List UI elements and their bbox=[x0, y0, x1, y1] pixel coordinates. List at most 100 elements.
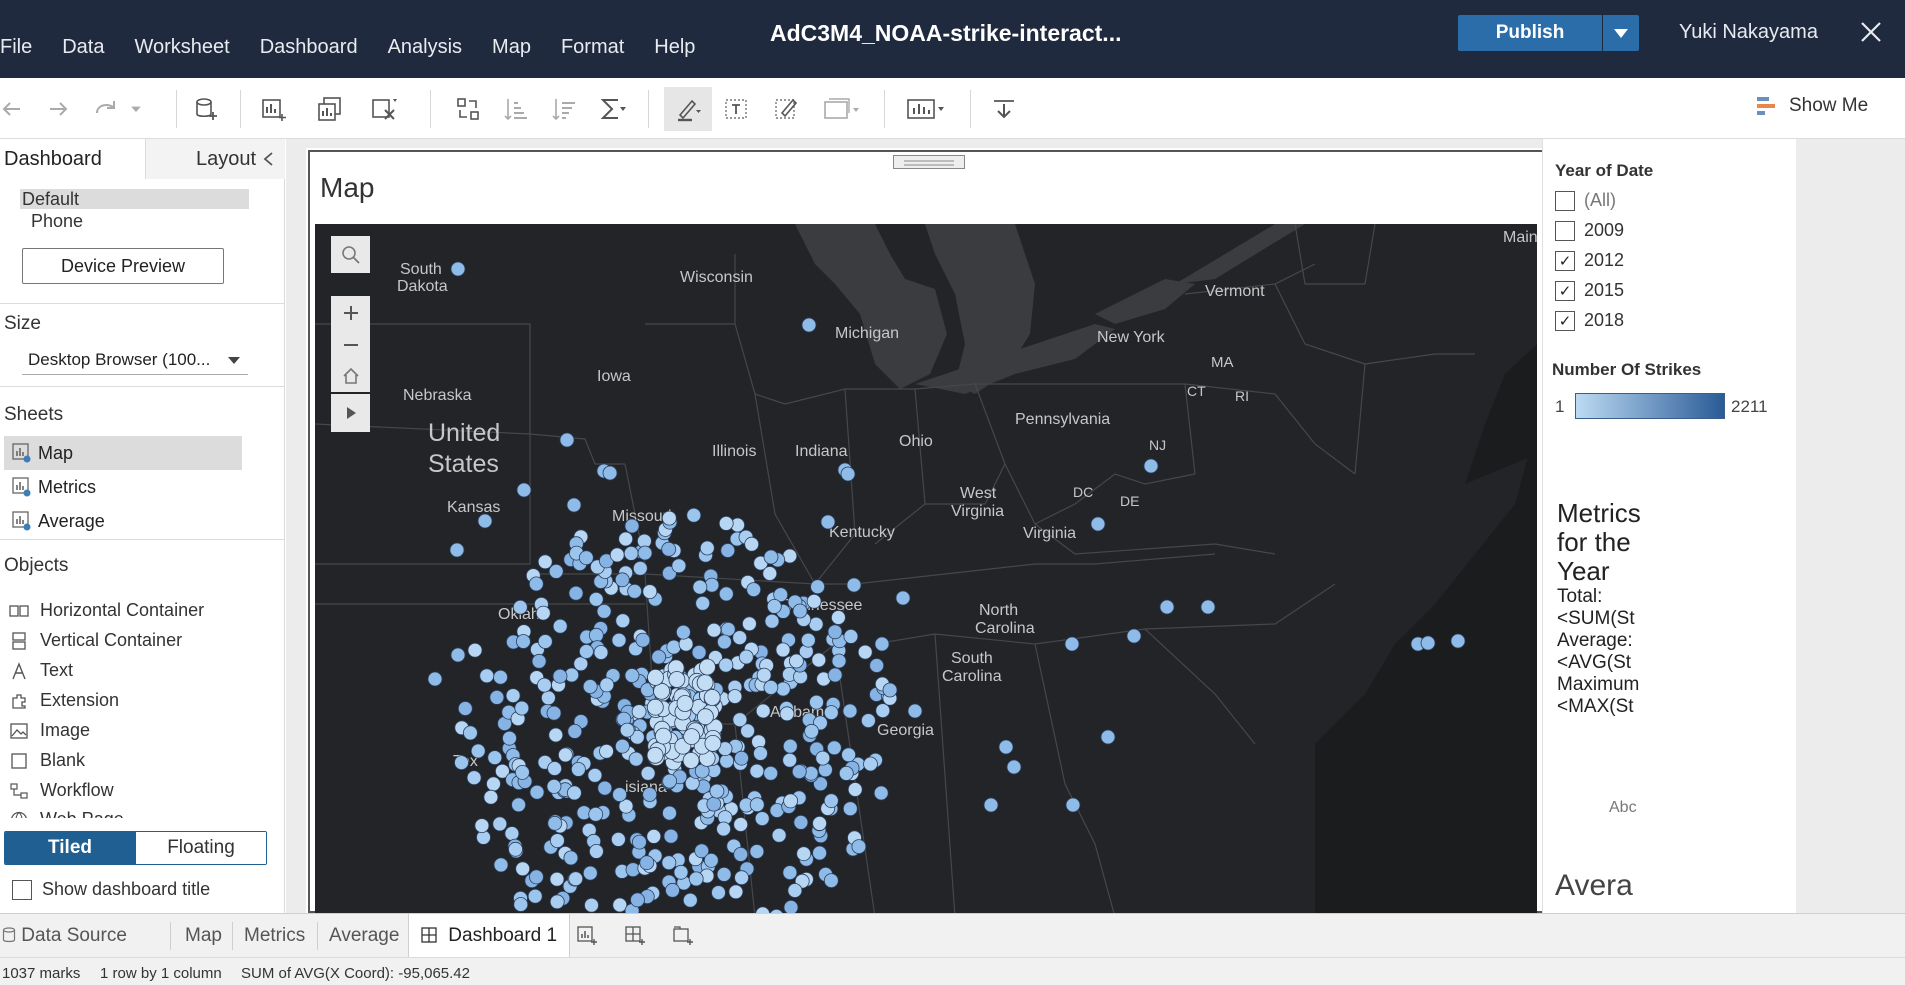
strike-point[interactable] bbox=[749, 763, 765, 779]
strike-point[interactable] bbox=[654, 727, 672, 745]
strike-point[interactable] bbox=[632, 560, 648, 576]
show-dashboard-title-toggle[interactable]: Show dashboard title bbox=[12, 879, 210, 900]
strike-point[interactable] bbox=[467, 642, 483, 658]
strike-point[interactable] bbox=[537, 554, 553, 570]
strike-point[interactable] bbox=[755, 703, 771, 719]
strike-point[interactable] bbox=[874, 636, 890, 652]
strike-point[interactable] bbox=[567, 723, 583, 739]
strike-point[interactable] bbox=[695, 595, 711, 611]
strike-point[interactable] bbox=[599, 743, 614, 759]
checkmark-icon[interactable]: ✓ bbox=[1555, 250, 1575, 271]
strike-point[interactable] bbox=[738, 649, 754, 665]
strike-point[interactable] bbox=[716, 867, 732, 882]
strike-point[interactable] bbox=[840, 466, 856, 482]
strike-point[interactable] bbox=[631, 834, 647, 850]
filter-item-2018[interactable]: ✓ 2018 bbox=[1555, 310, 1624, 331]
strike-point[interactable] bbox=[815, 750, 831, 766]
strike-point[interactable] bbox=[744, 536, 760, 552]
strike-point[interactable] bbox=[599, 677, 615, 693]
strike-point[interactable] bbox=[540, 690, 556, 706]
strike-point[interactable] bbox=[716, 634, 732, 650]
strike-point[interactable] bbox=[646, 698, 664, 716]
strike-point[interactable] bbox=[646, 829, 662, 844]
strike-point[interactable] bbox=[597, 780, 613, 796]
strike-point[interactable] bbox=[720, 621, 736, 637]
strike-point[interactable] bbox=[753, 746, 768, 761]
strike-point[interactable] bbox=[704, 735, 722, 752]
strike-point[interactable] bbox=[734, 750, 749, 766]
menu-dashboard[interactable]: Dashboard bbox=[260, 36, 358, 59]
strike-point[interactable] bbox=[493, 669, 508, 685]
strike-point[interactable] bbox=[820, 514, 836, 530]
strike-point[interactable] bbox=[812, 845, 828, 861]
object-extension[interactable]: Extension bbox=[8, 690, 119, 711]
strike-point[interactable] bbox=[847, 782, 863, 797]
new-data-source-icon[interactable] bbox=[190, 93, 222, 125]
strike-point[interactable] bbox=[514, 700, 530, 716]
strike-point[interactable] bbox=[502, 730, 517, 746]
strike-point[interactable] bbox=[766, 598, 782, 614]
strike-point[interactable] bbox=[791, 764, 807, 779]
strike-point[interactable] bbox=[806, 593, 822, 609]
strike-point[interactable] bbox=[449, 542, 465, 558]
strike-point[interactable] bbox=[512, 599, 528, 615]
strike-point[interactable] bbox=[863, 756, 878, 772]
strike-point[interactable] bbox=[841, 747, 856, 763]
collapse-pane-icon[interactable] bbox=[262, 151, 274, 172]
strike-point[interactable] bbox=[796, 846, 812, 862]
strike-point[interactable] bbox=[711, 885, 726, 900]
new-story-tab-icon[interactable] bbox=[672, 914, 696, 958]
object-image[interactable]: Image bbox=[8, 720, 90, 741]
object-blank[interactable]: Blank bbox=[8, 750, 85, 771]
strike-point[interactable] bbox=[998, 739, 1014, 755]
strike-point[interactable] bbox=[549, 894, 565, 910]
strike-point[interactable] bbox=[552, 668, 568, 684]
strike-point[interactable] bbox=[537, 634, 553, 649]
replay-icon[interactable] bbox=[90, 93, 122, 125]
filter-item-2015[interactable]: ✓ 2015 bbox=[1555, 280, 1624, 301]
sheet-item-map[interactable]: Map bbox=[4, 436, 242, 470]
strike-point[interactable] bbox=[763, 765, 779, 781]
map-view[interactable]: South Dakota Wisconsin Michigan Maine Ve… bbox=[315, 224, 1537, 917]
strike-point[interactable] bbox=[775, 681, 791, 697]
menu-analysis[interactable]: Analysis bbox=[388, 36, 462, 59]
publish-button[interactable]: Publish bbox=[1458, 15, 1639, 51]
strike-point[interactable] bbox=[470, 743, 486, 759]
filter-item-2012[interactable]: ✓ 2012 bbox=[1555, 250, 1624, 271]
strike-point[interactable] bbox=[531, 653, 547, 669]
strike-point[interactable] bbox=[801, 317, 817, 333]
strike-point[interactable] bbox=[493, 857, 509, 873]
home-icon[interactable] bbox=[331, 360, 370, 392]
strike-point[interactable] bbox=[508, 841, 523, 857]
object-vertical-container[interactable]: Vertical Container bbox=[8, 630, 182, 651]
object-workflow[interactable]: Workflow bbox=[8, 780, 114, 801]
strike-point[interactable] bbox=[782, 865, 798, 880]
strike-point[interactable] bbox=[843, 628, 859, 644]
strike-point[interactable] bbox=[624, 518, 640, 534]
strike-point[interactable] bbox=[826, 740, 842, 756]
strike-point[interactable] bbox=[983, 797, 999, 813]
object-web-page[interactable]: Web Page bbox=[8, 809, 124, 818]
strike-point[interactable] bbox=[1450, 633, 1466, 649]
zoom-out-icon[interactable] bbox=[331, 330, 370, 360]
filter-checkbox[interactable] bbox=[1555, 220, 1575, 241]
strike-point[interactable] bbox=[635, 632, 651, 648]
strike-point[interactable] bbox=[568, 871, 584, 887]
strike-point[interactable] bbox=[782, 738, 798, 754]
strike-point[interactable] bbox=[477, 513, 493, 529]
strike-point[interactable] bbox=[688, 871, 704, 887]
sheet-item-average[interactable]: Average bbox=[4, 504, 242, 538]
strike-point[interactable] bbox=[662, 773, 678, 789]
tab-metrics[interactable]: Metrics bbox=[244, 914, 305, 958]
strike-point[interactable] bbox=[505, 688, 521, 704]
strike-point[interactable] bbox=[692, 579, 708, 595]
tab-map[interactable]: Map bbox=[185, 914, 222, 958]
strike-point[interactable] bbox=[682, 892, 698, 908]
download-icon[interactable] bbox=[988, 93, 1020, 125]
menu-worksheet[interactable]: Worksheet bbox=[134, 36, 229, 59]
strike-point[interactable] bbox=[882, 682, 898, 698]
strike-point[interactable] bbox=[454, 755, 469, 770]
strike-point[interactable] bbox=[661, 855, 677, 871]
strike-point[interactable] bbox=[673, 864, 689, 880]
presentation-mode-icon[interactable] bbox=[902, 93, 950, 125]
